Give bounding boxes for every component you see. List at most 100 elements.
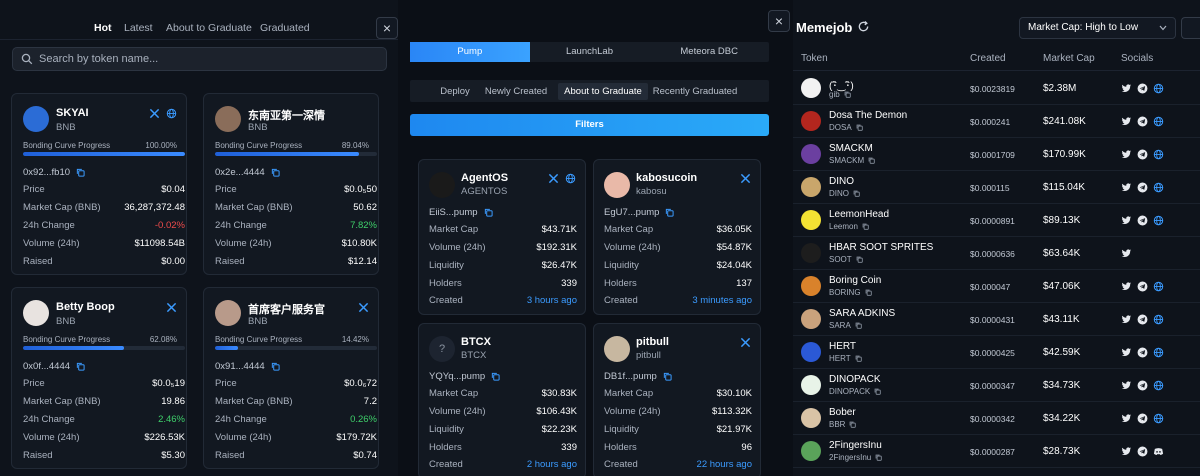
twitter-icon[interactable] [1121, 248, 1132, 259]
discord-icon[interactable] [1153, 446, 1164, 457]
copy-icon[interactable] [856, 124, 863, 131]
tab-launchlab[interactable]: LaunchLab [530, 42, 650, 62]
telegram-icon[interactable] [1137, 83, 1148, 94]
globe-icon[interactable] [1153, 182, 1164, 193]
twitter-icon[interactable] [1121, 83, 1132, 94]
table-row[interactable]: SMACKM SMACKM $0.0001709 $170.99K [793, 138, 1200, 171]
copy-icon[interactable] [491, 372, 500, 381]
twitter-icon[interactable] [1121, 116, 1132, 127]
globe-icon[interactable] [1153, 281, 1164, 292]
table-row[interactable]: SARA ADKINS SARA $0.0000431 $43.11K [793, 303, 1200, 336]
token-card[interactable]: kabosucoin kabosu EgU7...pump Market Cap $36… [593, 159, 761, 315]
table-row[interactable]: DINOPACK DINOPACK $0.0000347 $34.73K [793, 369, 1200, 402]
close-button[interactable] [1181, 17, 1200, 39]
globe-icon[interactable] [1153, 380, 1164, 391]
token-card[interactable]: ? BTCX BTCX YQYq...pump Market Cap $30.83K Vol… [418, 323, 586, 476]
twitter-icon[interactable] [1121, 413, 1132, 424]
twitter-icon[interactable] [1121, 281, 1132, 292]
tab-pump[interactable]: Pump [410, 42, 530, 62]
token-card[interactable]: 首席客户服务官 BNB Bonding Curve Progress 14.42% 0x… [203, 287, 379, 469]
copy-icon[interactable] [663, 372, 672, 381]
copy-icon[interactable] [76, 168, 85, 177]
tab-meteora-dbc[interactable]: Meteora DBC [649, 42, 769, 62]
tab-about-to-graduate[interactable]: About to Graduate [558, 83, 648, 100]
table-row[interactable]: DINO DINO $0.000115 $115.04K [793, 171, 1200, 204]
x-icon[interactable] [149, 108, 160, 119]
twitter-icon[interactable] [1121, 182, 1132, 193]
table-row[interactable]: Boring Coin BORING $0.000047 $47.06K [793, 270, 1200, 303]
twitter-icon[interactable] [1121, 215, 1132, 226]
tab-newly-created[interactable]: Newly Created [482, 83, 550, 100]
telegram-icon[interactable] [1137, 446, 1148, 457]
globe-icon[interactable] [166, 108, 177, 119]
globe-icon[interactable] [1153, 347, 1164, 358]
copy-icon[interactable] [874, 388, 881, 395]
tab-latest[interactable]: Latest [124, 22, 153, 34]
telegram-icon[interactable] [1137, 413, 1148, 424]
copy-icon[interactable] [76, 362, 85, 371]
telegram-icon[interactable] [1137, 116, 1148, 127]
copy-icon[interactable] [849, 421, 857, 428]
token-card[interactable]: SKYAI BNB Bonding Curve Progress 100.00% 0x9… [11, 93, 187, 275]
telegram-icon[interactable] [1137, 347, 1148, 358]
globe-icon[interactable] [1153, 215, 1164, 226]
x-icon[interactable] [358, 302, 369, 313]
telegram-icon[interactable] [1137, 380, 1148, 391]
x-icon[interactable] [166, 302, 177, 313]
telegram-icon[interactable] [1137, 215, 1148, 226]
copy-icon[interactable] [856, 256, 863, 263]
copy-icon[interactable] [868, 157, 875, 164]
copy-icon[interactable] [853, 190, 860, 197]
copy-icon[interactable] [665, 208, 675, 217]
globe-icon[interactable] [1153, 413, 1164, 424]
telegram-icon[interactable] [1137, 182, 1148, 193]
search-input[interactable] [39, 48, 379, 70]
token-card[interactable]: pitbull pitbull DB1f...pump Market Cap $30.1… [593, 323, 761, 476]
tab-hot[interactable]: Hot [94, 22, 112, 34]
telegram-icon[interactable] [1137, 314, 1148, 325]
globe-icon[interactable] [1153, 149, 1164, 160]
globe-icon[interactable] [1153, 116, 1164, 127]
copy-icon[interactable] [862, 223, 869, 230]
tab-graduated[interactable]: Graduated [260, 22, 310, 34]
twitter-icon[interactable] [1121, 380, 1132, 391]
copy-icon[interactable] [855, 355, 862, 362]
token-card[interactable]: Betty Boop BNB Bonding Curve Progress 62.08… [11, 287, 187, 469]
table-row[interactable]: 2FingersInu 2FingersInu $0.0000287 $28.73K [793, 435, 1200, 468]
filters-button[interactable]: Filters [410, 114, 769, 136]
close-button[interactable]: × [768, 10, 790, 32]
copy-icon[interactable] [875, 454, 882, 461]
globe-icon[interactable] [565, 173, 576, 184]
copy-icon[interactable] [271, 168, 280, 177]
twitter-icon[interactable] [1121, 446, 1132, 457]
tab-recently-graduated[interactable]: Recently Graduated [652, 83, 738, 100]
table-row[interactable]: HERT HERT $0.0000425 $42.59K [793, 336, 1200, 369]
tab-about-to-graduate[interactable]: About to Graduate [166, 22, 252, 34]
twitter-icon[interactable] [1121, 347, 1132, 358]
close-button[interactable]: × [376, 17, 398, 39]
copy-icon[interactable] [844, 91, 851, 98]
telegram-icon[interactable] [1137, 281, 1148, 292]
globe-icon[interactable] [1153, 83, 1164, 94]
copy-icon[interactable] [865, 289, 872, 296]
tab-deploy[interactable]: Deploy [438, 83, 472, 100]
copy-icon[interactable] [484, 208, 493, 217]
copy-icon[interactable] [855, 322, 862, 329]
twitter-icon[interactable] [1121, 314, 1132, 325]
table-row[interactable]: (･ิ‿･ิ) gib $0.0023819 $2.38M [793, 72, 1200, 105]
refresh-icon[interactable] [857, 20, 870, 33]
table-row[interactable]: Dosa The Demon DOSA $0.000241 $241.08K [793, 105, 1200, 138]
telegram-icon[interactable] [1137, 149, 1148, 160]
twitter-icon[interactable] [1121, 149, 1132, 160]
x-icon[interactable] [740, 337, 751, 348]
globe-icon[interactable] [1153, 314, 1164, 325]
token-card[interactable]: 东南亚第一深情 BNB Bonding Curve Progress 89.04% 0x… [203, 93, 379, 275]
table-row[interactable]: HBAR SOOT SPRITES SOOT $0.0000636 $63.64K [793, 237, 1200, 270]
x-icon[interactable] [548, 173, 559, 184]
table-row[interactable]: Bober BBR $0.0000342 $34.22K [793, 402, 1200, 435]
sort-select[interactable]: Market Cap: High to Low [1019, 17, 1176, 39]
copy-icon[interactable] [271, 362, 280, 371]
x-icon[interactable] [740, 173, 751, 184]
table-row[interactable]: LeemonHead Leemon $0.0000891 $89.13K [793, 204, 1200, 237]
token-card[interactable]: AgentOS AGENTOS EiiS...pump Market Cap $43.7… [418, 159, 586, 315]
